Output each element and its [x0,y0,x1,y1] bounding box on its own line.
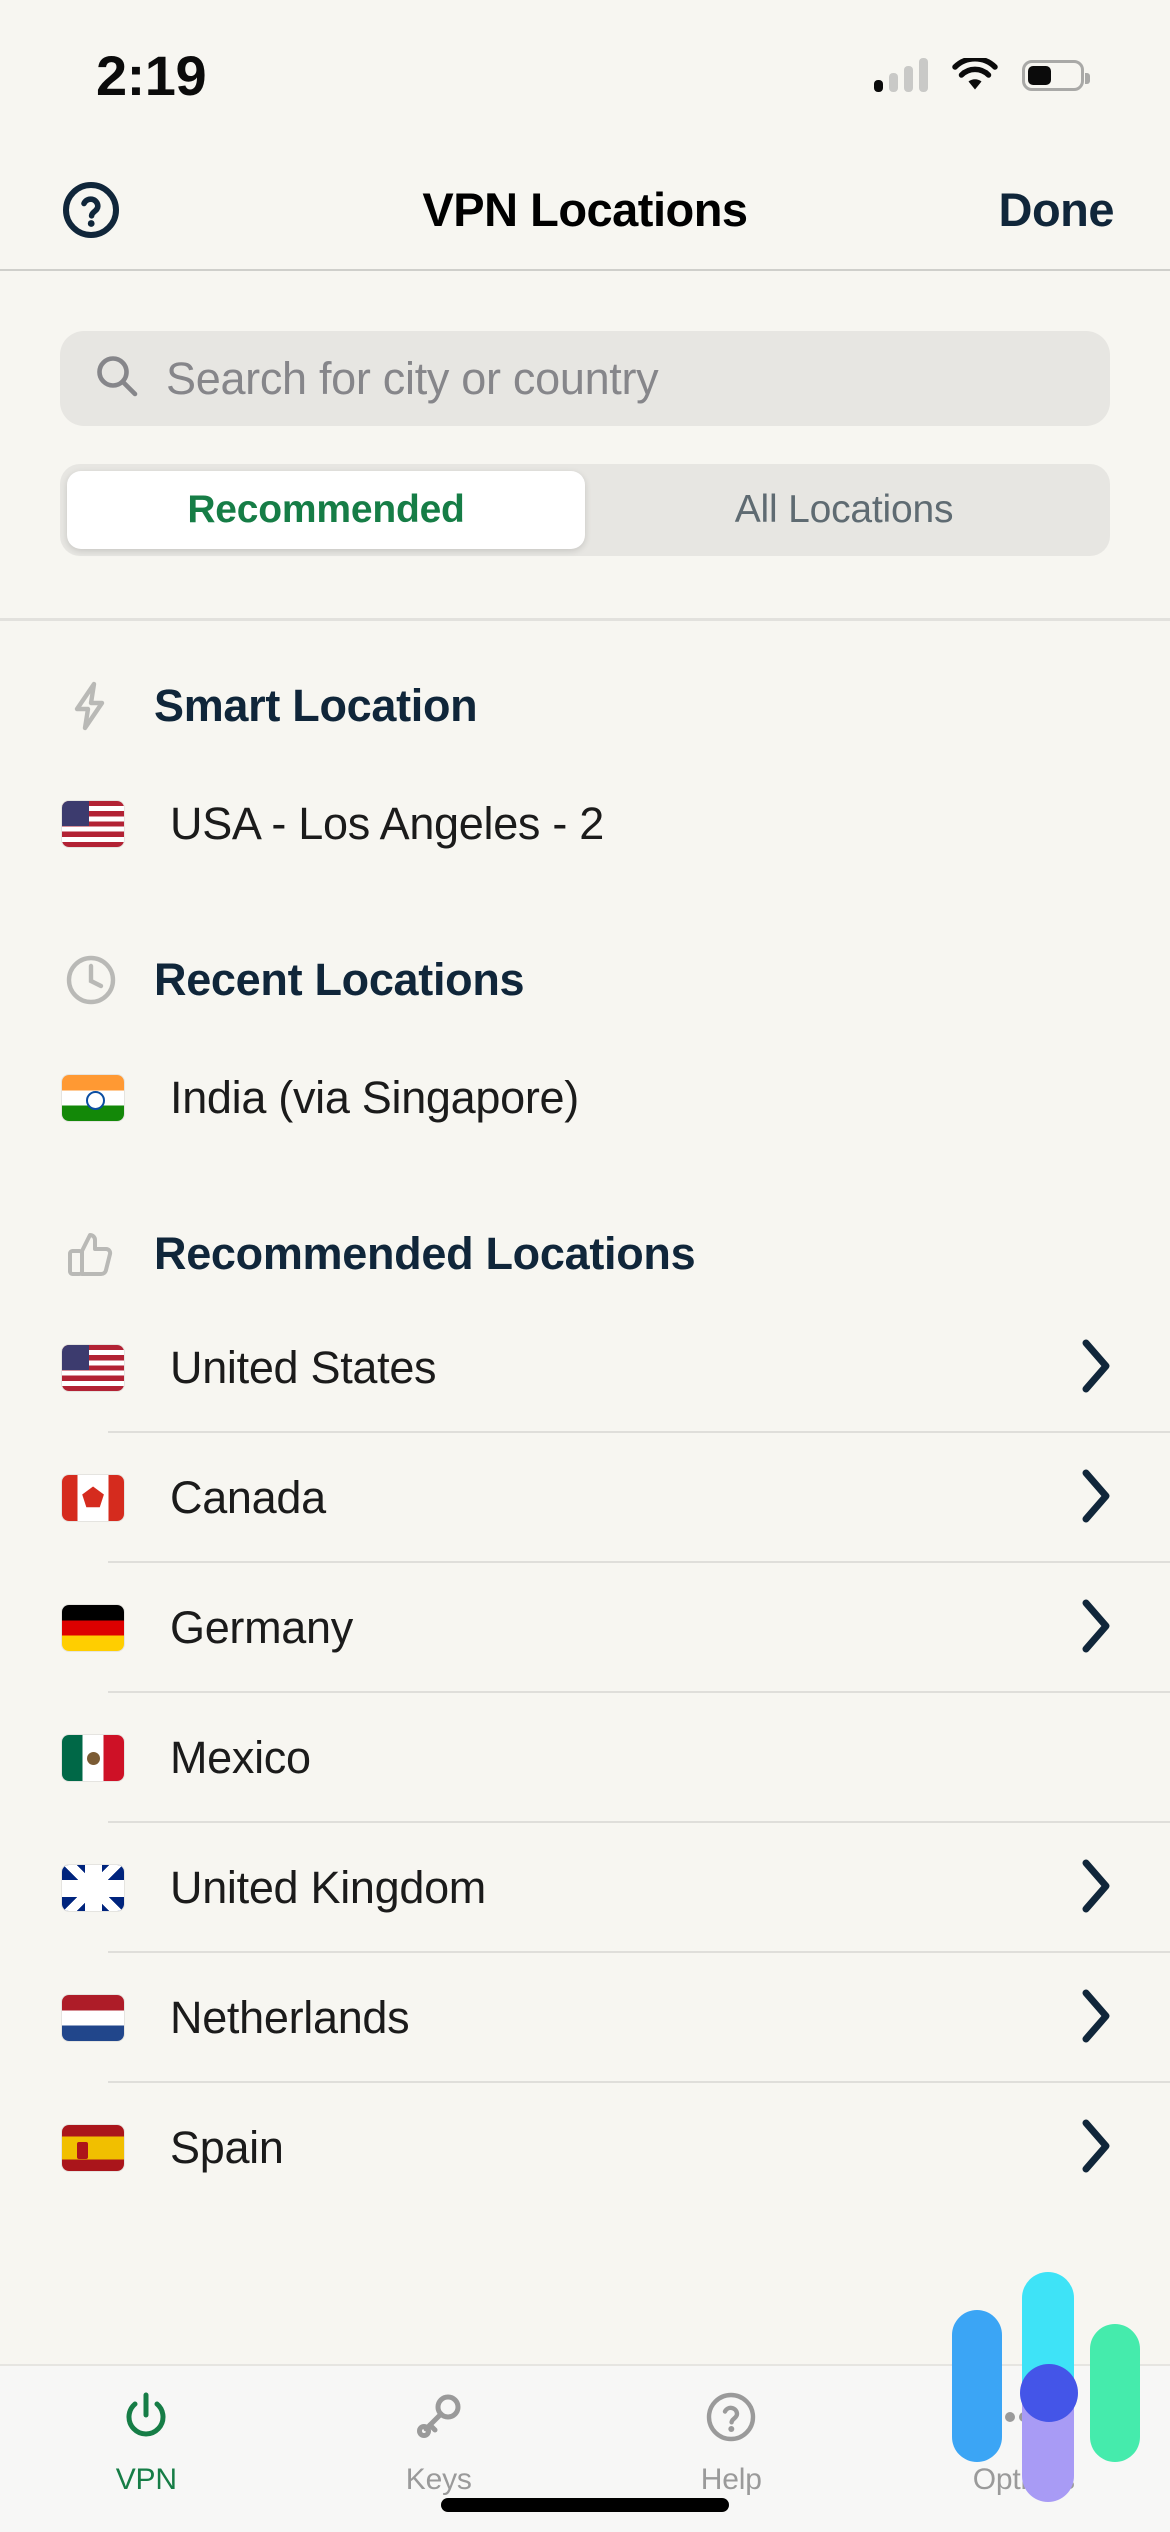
locations-list[interactable]: Smart Location USA - Los Angeles - 2 Rec… [0,621,1170,2364]
tab-vpn[interactable]: VPN [0,2366,293,2532]
clock-icon [62,951,120,1009]
location-row-smart[interactable]: USA - Los Angeles - 2 [0,759,1170,889]
location-label: Germany [170,1602,353,1654]
chevron-right-icon[interactable] [1078,2116,1114,2181]
list-item[interactable]: Germany [0,1563,1170,1693]
lightning-bolt-icon [62,677,120,735]
search-icon [94,353,140,404]
status-indicators [874,58,1084,92]
help-circle-icon [704,2390,758,2449]
cellular-signal-icon [874,58,928,92]
search-and-filter-area: Search for city or country Recommended A… [0,271,1170,556]
location-label: USA - Los Angeles - 2 [170,798,604,850]
list-item[interactable]: Mexico [0,1693,1170,1823]
thumbs-up-icon [62,1225,120,1283]
chevron-right-icon[interactable] [1078,1336,1114,1401]
location-label: Mexico [170,1732,311,1784]
segmented-control: Recommended All Locations [60,464,1110,556]
list-item[interactable]: Netherlands [0,1953,1170,2083]
location-row-recent[interactable]: India (via Singapore) [0,1033,1170,1163]
flag-us-icon [62,801,124,847]
chevron-right-icon[interactable] [1078,1596,1114,1661]
power-icon [119,2390,173,2449]
vpn-locations-screen: 2:19 VPN Locat [0,0,1170,2532]
tab-label: Keys [406,2463,472,2497]
location-label: Netherlands [170,1992,409,2044]
help-circle-icon[interactable] [56,175,126,245]
flag-mx-icon [62,1735,124,1781]
flag-in-icon [62,1075,124,1121]
page-title: VPN Locations [0,182,1170,237]
status-bar: 2:19 [0,0,1170,150]
section-header-recommended-locations: Recommended Locations [0,1163,1170,1283]
section-title: Smart Location [154,680,477,732]
tab-label: VPN [116,2463,177,2497]
chevron-right-icon[interactable] [1078,1466,1114,1531]
location-label: India (via Singapore) [170,1072,579,1124]
status-time: 2:19 [96,43,206,108]
section-header-recent-locations: Recent Locations [0,889,1170,1009]
navigation-bar: VPN Locations Done [0,150,1170,271]
location-label: United Kingdom [170,1862,486,1914]
list-item[interactable]: Canada [0,1433,1170,1563]
section-title: Recent Locations [154,954,524,1006]
ellipsis-icon [997,2390,1051,2449]
section-header-smart-location: Smart Location [0,621,1170,735]
wifi-icon [952,58,998,92]
tab-label: Options [973,2463,1075,2497]
tab-recommended[interactable]: Recommended [67,471,585,549]
home-indicator [441,2498,729,2512]
list-item[interactable]: United States [0,1303,1170,1433]
list-item[interactable]: United Kingdom [0,1823,1170,1953]
chevron-right-icon[interactable] [1078,1986,1114,2051]
tab-options[interactable]: Options [878,2366,1170,2532]
section-title: Recommended Locations [154,1228,695,1280]
chevron-right-icon[interactable] [1078,1856,1114,1921]
key-icon [412,2390,466,2449]
location-label: Spain [170,2122,284,2174]
bottom-tab-bar: VPN Keys Help [0,2364,1170,2532]
list-item[interactable]: Spain [0,2083,1170,2213]
tab-all-locations[interactable]: All Locations [585,471,1103,549]
flag-ca-icon [62,1475,124,1521]
search-input[interactable]: Search for city or country [60,331,1110,426]
done-button[interactable]: Done [999,182,1115,237]
tab-label: Help [701,2463,762,2497]
battery-icon [1022,60,1084,91]
flag-us-icon [62,1345,124,1391]
flag-es-icon [62,2125,124,2171]
location-label: United States [170,1342,436,1394]
flag-de-icon [62,1605,124,1651]
flag-gb-icon [62,1865,124,1911]
location-label: Canada [170,1472,326,1524]
search-placeholder: Search for city or country [166,353,658,405]
flag-nl-icon [62,1995,124,2041]
